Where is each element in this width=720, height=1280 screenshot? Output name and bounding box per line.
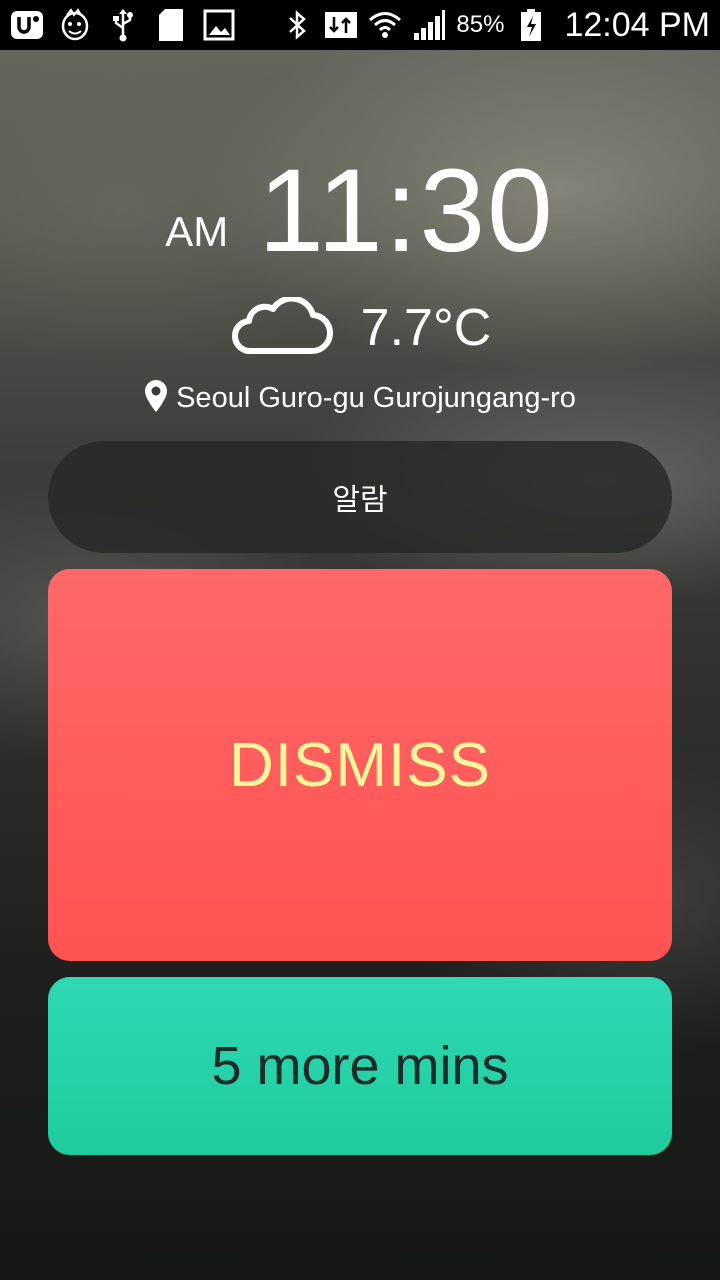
dismiss-button-label: DISMISS xyxy=(229,730,491,800)
location-row: Seoul Guro-gu Gurojungang-ro xyxy=(0,376,720,420)
wifi-icon xyxy=(368,8,402,42)
alarm-label: 알람 xyxy=(48,441,672,553)
data-transfer-icon xyxy=(324,8,358,42)
alarm-time: 11:30 xyxy=(258,145,555,277)
alarm-label-text: 알람 xyxy=(332,483,388,518)
battery-percent: 85% xyxy=(456,11,505,38)
snooze-button-label: 5 more mins xyxy=(211,1036,509,1096)
snooze-button[interactable]: 5 more mins xyxy=(48,977,672,1155)
alarm-clock: AM 11:30 xyxy=(0,150,720,270)
status-bar-left xyxy=(10,8,236,42)
u-plus-icon xyxy=(10,8,44,42)
status-bar-right: 85% 12:04 PM xyxy=(280,6,710,45)
signal-icon xyxy=(412,8,446,42)
face-sticker-icon xyxy=(58,8,92,42)
cloud-icon xyxy=(229,295,333,359)
sd-card-icon xyxy=(154,8,188,42)
temperature: 7.7°C xyxy=(360,299,492,357)
image-icon xyxy=(202,8,236,42)
battery-charging-icon xyxy=(514,8,548,42)
am-pm-indicator: AM xyxy=(165,208,229,255)
status-bar: 85% 12:04 PM xyxy=(0,0,720,50)
location-text: Seoul Guro-gu Gurojungang-ro xyxy=(176,381,576,414)
weather-row: 7.7°C xyxy=(0,292,720,364)
usb-icon xyxy=(106,8,140,42)
bluetooth-icon xyxy=(280,8,314,42)
status-bar-clock: 12:04 PM xyxy=(564,5,710,44)
dismiss-button[interactable]: DISMISS xyxy=(48,569,672,961)
location-pin-icon xyxy=(144,379,168,417)
